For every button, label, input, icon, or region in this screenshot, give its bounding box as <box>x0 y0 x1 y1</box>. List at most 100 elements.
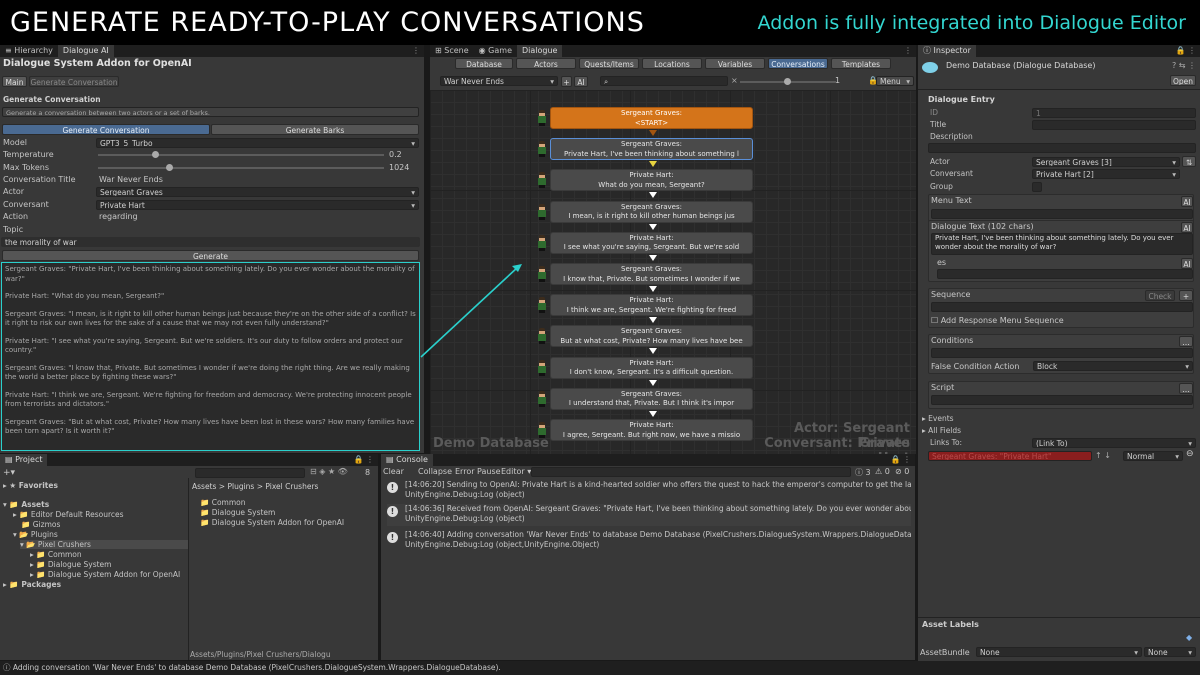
node-graph[interactable]: Demo Database Actor: Sergeant Graves Con… <box>430 90 916 454</box>
favorites-item[interactable]: ▸ ★ Favorites <box>3 481 58 490</box>
action-input[interactable]: regarding <box>99 211 138 223</box>
assets-item[interactable]: ▾ 📁 Assets <box>3 500 49 509</box>
generate-button[interactable]: Generate <box>2 250 419 261</box>
panel-menu-icon[interactable]: ⋮ <box>412 46 420 55</box>
dialogue-text-ai-button[interactable]: AI <box>1181 222 1193 233</box>
filter-icons[interactable]: ⊟ ◈ ★ 👁 <box>310 467 348 476</box>
create-plus-icon[interactable]: +▾ <box>3 468 15 478</box>
menu-text-ai-button[interactable]: AI <box>1181 196 1193 207</box>
project-breadcrumb[interactable]: Assets > Plugins > Pixel Crushers <box>192 482 318 491</box>
zoom-value[interactable]: 1 <box>835 76 840 85</box>
label-icon[interactable]: ◆ <box>1186 633 1192 642</box>
warning-count[interactable]: ⚠ 0 <box>875 467 890 476</box>
model-select[interactable]: GPT3_5_Turbo <box>96 138 419 148</box>
temperature-value[interactable]: 0.2 <box>389 149 402 161</box>
conversant-select[interactable]: Private Hart <box>96 200 419 210</box>
tree-gizmos[interactable]: 📁 Gizmos <box>21 520 60 529</box>
panel-menu-icon[interactable]: 🔒 ⋮ <box>353 455 374 464</box>
clear-search-icon[interactable]: × <box>731 76 738 85</box>
db-tab-locations[interactable]: Locations <box>642 58 702 69</box>
dialogue-node[interactable]: Sergeant Graves: I mean, is it right to k… <box>550 200 753 223</box>
actor-swap-button[interactable]: ⇅ <box>1182 156 1196 167</box>
panel-menu-icon[interactable]: 🔒 ⋮ <box>1175 46 1196 55</box>
sequence-add-button[interactable]: + <box>1179 290 1193 301</box>
tree-common[interactable]: ▸ 📁 Common <box>30 550 82 559</box>
asset-variant-select[interactable]: None <box>1144 647 1196 657</box>
clear-button[interactable]: Clear <box>383 467 404 476</box>
log-entry[interactable]: ! [14:06:36] Received from OpenAI: Serge… <box>387 504 911 526</box>
console-search-input[interactable] <box>531 467 851 477</box>
link-order-arrows[interactable]: ↑ ↓ <box>1095 451 1111 460</box>
events-foldout[interactable]: ▸ Events <box>922 414 954 423</box>
panel-menu-icon[interactable]: ⋮ <box>904 46 912 55</box>
conversation-title-input[interactable]: War Never Ends <box>99 174 163 186</box>
tab-dialogue[interactable]: Dialogue <box>517 45 563 57</box>
script-wizard-button[interactable]: … <box>1179 383 1193 394</box>
db-tab-variables[interactable]: Variables <box>705 58 765 69</box>
tab-inspector[interactable]: ⓘ Inspector <box>918 45 976 57</box>
generate-conversation-tab[interactable]: Generate Conversation <box>2 124 210 135</box>
log-entry[interactable]: ! [14:06:20] Sending to OpenAI: Private … <box>387 480 911 502</box>
zoom-slider[interactable] <box>740 78 836 85</box>
db-tab-templates[interactable]: Templates <box>831 58 891 69</box>
db-tab-actors[interactable]: Actors <box>516 58 576 69</box>
max-tokens-slider[interactable] <box>98 164 384 171</box>
actor-select[interactable]: Sergeant Graves [3] <box>1032 157 1180 167</box>
dialogue-node[interactable]: Sergeant Graves: <START> <box>550 107 753 129</box>
false-action-select[interactable]: Block <box>1033 361 1193 371</box>
tree-editor-default-resources[interactable]: ▸ 📁 Editor Default Resources <box>13 510 124 519</box>
all-fields-foldout[interactable]: ▸ All Fields <box>922 426 961 435</box>
tree-pixel-crushers[interactable]: ▾ 📂 Pixel Crushers <box>20 540 188 549</box>
folder-dialogue-system-addon[interactable]: 📁 Dialogue System Addon for OpenAI <box>200 518 344 527</box>
main-button[interactable]: Main <box>2 76 27 87</box>
dialogue-node[interactable]: Private Hart: I agree, Sergeant. But righ… <box>550 419 753 441</box>
tab-game[interactable]: ◉ Game <box>474 45 517 57</box>
generate-barks-tab[interactable]: Generate Barks <box>211 124 419 135</box>
tree-plugins[interactable]: ▾ 📂 Plugins <box>13 530 58 539</box>
add-response-checkbox[interactable]: ☐ Add Response Menu Sequence <box>931 316 1064 325</box>
dialogue-node[interactable]: Sergeant Graves: Private Hart, I've been … <box>550 138 753 161</box>
es-ai-button[interactable]: AI <box>1181 258 1193 269</box>
link-priority-select[interactable]: Normal <box>1123 451 1183 461</box>
tab-project[interactable]: ▤ Project <box>0 454 48 466</box>
tab-scene[interactable]: ⊞ Scene <box>430 45 474 57</box>
add-conversation-button[interactable]: + <box>561 76 572 87</box>
dialogue-node[interactable]: Sergeant Graves: But at what cost, Privat… <box>550 325 753 348</box>
db-tab-conversations[interactable]: Conversations <box>768 58 828 69</box>
menu-text-field[interactable] <box>931 209 1193 219</box>
ai-button[interactable]: AI <box>574 76 588 87</box>
log-entry[interactable]: ! [14:06:40] Adding conversation 'War Ne… <box>387 530 911 552</box>
open-button[interactable]: Open <box>1170 75 1196 86</box>
dialogue-node[interactable]: Sergeant Graves: I know that, Private. Bu… <box>550 263 753 285</box>
remove-link-icon[interactable]: ⊖ <box>1186 449 1194 459</box>
db-tab-database[interactable]: Database <box>455 58 513 69</box>
dialogue-node[interactable]: Private Hart: What do you mean, Sergeant? <box>550 169 753 192</box>
description-field[interactable] <box>928 143 1196 153</box>
link-entry[interactable]: Sergeant Graves: "Private Hart" <box>928 451 1092 461</box>
info-count[interactable]: ⓘ 3 <box>855 467 871 478</box>
dialogue-node[interactable]: Private Hart: I don't know, Sergeant. It'… <box>550 356 753 379</box>
dialogue-text-field[interactable]: Private Hart, I've been thinking about s… <box>931 233 1193 255</box>
conversation-select[interactable]: War Never Ends <box>440 76 558 86</box>
es-field[interactable] <box>937 269 1193 279</box>
collapse-button[interactable]: Collapse <box>418 467 452 476</box>
title-field[interactable] <box>1032 120 1196 130</box>
tree-dialogue-system[interactable]: ▸ 📁 Dialogue System <box>30 560 111 569</box>
help-settings-icons[interactable]: ? ⇆ ⋮ <box>1172 61 1196 70</box>
conditions-field[interactable] <box>931 348 1193 358</box>
conversant-select[interactable]: Private Hart [2] <box>1032 169 1180 179</box>
error-count[interactable]: ⊘ 0 <box>895 467 909 476</box>
dialogue-node[interactable]: Private Hart: I see what you're saying, S… <box>550 231 753 254</box>
script-field[interactable] <box>931 395 1193 405</box>
max-tokens-value[interactable]: 1024 <box>389 162 409 174</box>
group-checkbox[interactable] <box>1032 182 1042 192</box>
tab-console[interactable]: ▤ Console <box>381 454 433 466</box>
search-input[interactable]: ⌕ <box>600 76 728 86</box>
tree-packages[interactable]: ▸ 📁 Packages <box>3 580 61 589</box>
actor-select[interactable]: Sergeant Graves <box>96 187 419 197</box>
generate-conversation-mode-button[interactable]: Generate Conversation <box>29 76 119 87</box>
asset-bundle-select[interactable]: None <box>976 647 1142 657</box>
tab-hierarchy[interactable]: ≡ Hierarchy <box>0 45 58 57</box>
temperature-slider[interactable] <box>98 151 384 158</box>
check-button[interactable]: Check <box>1145 290 1175 301</box>
